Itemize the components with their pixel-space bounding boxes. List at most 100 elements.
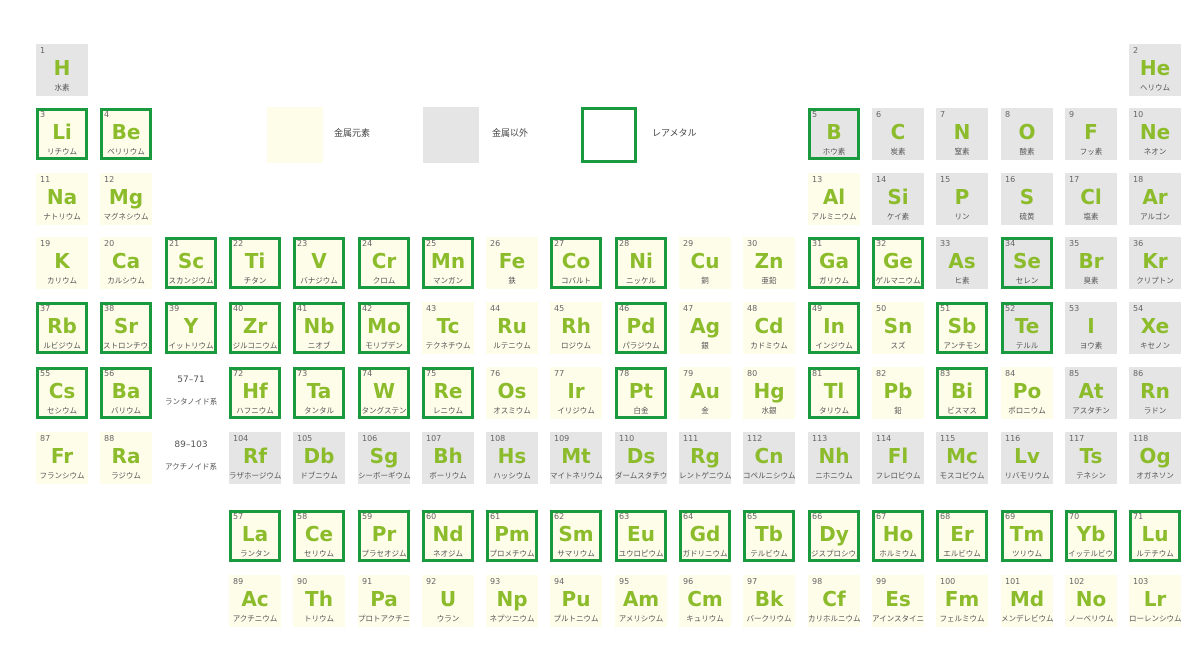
element-cell-np: 93 Np ネプツニウム <box>486 575 538 627</box>
element-cell-ca: 20 Ca カルシウム <box>100 237 152 289</box>
element-symbol: Lu <box>1141 522 1169 546</box>
element-symbol: Am <box>622 587 660 611</box>
element-cell-sn: 50 Sn スズ <box>872 302 924 354</box>
element-symbol: Mo <box>367 314 401 338</box>
element-symbol: N <box>953 120 971 144</box>
element-cell-ar: 18 Ar アルゴン <box>1129 173 1181 225</box>
element-symbol: Sm <box>558 522 594 546</box>
element-name-jp: バナジウム <box>300 276 338 285</box>
atomic-number: 94 <box>554 577 565 586</box>
element-name-jp: ロジウム <box>561 341 591 350</box>
atomic-number: 38 <box>104 304 115 313</box>
atomic-number: 107 <box>426 434 442 443</box>
element-symbol: Yb <box>1076 522 1106 546</box>
element-cell-s: 16 S 硫黄 <box>1001 173 1053 225</box>
atomic-number: 25 <box>426 239 437 248</box>
atomic-number: 72 <box>233 369 244 378</box>
element-name-jp: レントゲニウム <box>679 471 731 480</box>
element-name-jp: アインスタイニウム <box>872 614 924 623</box>
element-name-jp: テネシン <box>1076 471 1106 480</box>
element-cell-pm: 61 Pm プロメチウム <box>486 510 538 562</box>
atomic-number: 78 <box>619 369 630 378</box>
element-name-jp: ネプツニウム <box>489 614 535 623</box>
element-symbol: Ir <box>567 379 585 403</box>
atomic-number: 23 <box>297 239 308 248</box>
element-cell-h: 1 H 水素 <box>36 44 88 96</box>
atomic-number: 110 <box>619 434 635 443</box>
element-name-jp: ストロンチウム <box>103 341 149 350</box>
element-cell-as: 33 As ヒ素 <box>936 237 988 289</box>
element-cell-zn: 30 Zn 亜鉛 <box>743 237 795 289</box>
element-cell-pd: 46 Pd パラジウム <box>615 302 667 354</box>
atomic-number: 52 <box>1005 304 1016 313</box>
element-cell-dy: 66Dy ジスプロシウム <box>808 510 860 562</box>
element-symbol: H <box>53 56 71 80</box>
element-cell-ce: 58 Ce セリウム <box>293 510 345 562</box>
element-name-jp: キセノン <box>1140 341 1170 350</box>
element-symbol: I <box>1087 314 1095 338</box>
atomic-number: 51 <box>940 304 951 313</box>
element-cell-re: 75 Re レニウム <box>422 367 474 419</box>
atomic-number: 64 <box>683 512 694 521</box>
atomic-number: 26 <box>490 239 501 248</box>
element-cell-cs: 55 Cs セシウム <box>36 367 88 419</box>
atomic-number: 112 <box>747 434 763 443</box>
atomic-number: 63 <box>619 512 630 521</box>
element-cell-tm: 69 Tm ツリウム <box>1001 510 1053 562</box>
element-symbol: La <box>241 522 269 546</box>
element-cell-rg: 111 Rg レントゲニウム <box>679 432 731 484</box>
element-symbol: Tm <box>1009 522 1045 546</box>
atomic-number: 60 <box>426 512 437 521</box>
element-symbol: Hs <box>497 444 527 468</box>
atomic-number: 5 <box>812 110 818 119</box>
element-name-jp: プラセオジム <box>361 549 407 558</box>
atomic-number: 65 <box>747 512 758 521</box>
element-name-jp: 酸素 <box>1019 147 1035 156</box>
element-symbol: Rg <box>690 444 720 468</box>
atomic-number: 20 <box>104 239 115 248</box>
element-symbol: Te <box>1014 314 1040 338</box>
element-symbol: Db <box>303 444 335 468</box>
element-name-jp: イットリウム <box>168 341 214 350</box>
atomic-number: 31 <box>812 239 823 248</box>
element-name-jp: ネオジム <box>433 549 463 558</box>
element-cell-cl: 17 Cl 塩素 <box>1065 173 1117 225</box>
element-name-jp: ケイ素 <box>886 212 910 221</box>
element-symbol: Si <box>887 185 909 209</box>
element-cell-bk: 97 Bk バークリウム <box>743 575 795 627</box>
atomic-number: 61 <box>490 512 501 521</box>
element-symbol: Ga <box>819 249 849 273</box>
atomic-number: 83 <box>940 369 951 378</box>
element-name-jp: 硫黄 <box>1019 212 1035 221</box>
element-cell-ta: 73 Ta タンタル <box>293 367 345 419</box>
element-symbol: Ti <box>244 249 266 273</box>
element-cell-k: 19 K カリウム <box>36 237 88 289</box>
element-name-jp: 臭素 <box>1083 276 1099 285</box>
element-name-jp: モスコビウム <box>939 471 985 480</box>
element-name-jp: テルビウム <box>750 549 788 558</box>
element-symbol: Ge <box>883 249 913 273</box>
element-name-jp: ツリウム <box>1012 549 1042 558</box>
element-symbol: At <box>1078 379 1104 403</box>
element-symbol: Xe <box>1140 314 1170 338</box>
element-symbol: No <box>1075 587 1107 611</box>
element-cell-ds: 110Ds ダームスタチウム <box>615 432 667 484</box>
element-symbol: Re <box>433 379 463 403</box>
element-cell-mo: 42 Mo モリブデン <box>358 302 410 354</box>
element-symbol: Sn <box>883 314 913 338</box>
element-name-jp: プロトアクチニウム <box>358 614 410 623</box>
element-symbol: Po <box>1012 379 1042 403</box>
element-cell-lv: 116 Lv リバモリウム <box>1001 432 1053 484</box>
atomic-number: 109 <box>554 434 570 443</box>
atomic-number: 12 <box>104 175 115 184</box>
atomic-number: 106 <box>362 434 378 443</box>
element-name-jp: バークリウム <box>746 614 792 623</box>
element-symbol: Th <box>305 587 333 611</box>
atomic-number: 113 <box>812 434 828 443</box>
element-cell-p: 15 P リン <box>936 173 988 225</box>
element-cell-sg: 106 Sg シーボーギウム <box>358 432 410 484</box>
atomic-number: 56 <box>104 369 115 378</box>
element-cell-mc: 115 Mc モスコビウム <box>936 432 988 484</box>
element-symbol: Rh <box>561 314 591 338</box>
element-symbol: Dy <box>819 522 849 546</box>
